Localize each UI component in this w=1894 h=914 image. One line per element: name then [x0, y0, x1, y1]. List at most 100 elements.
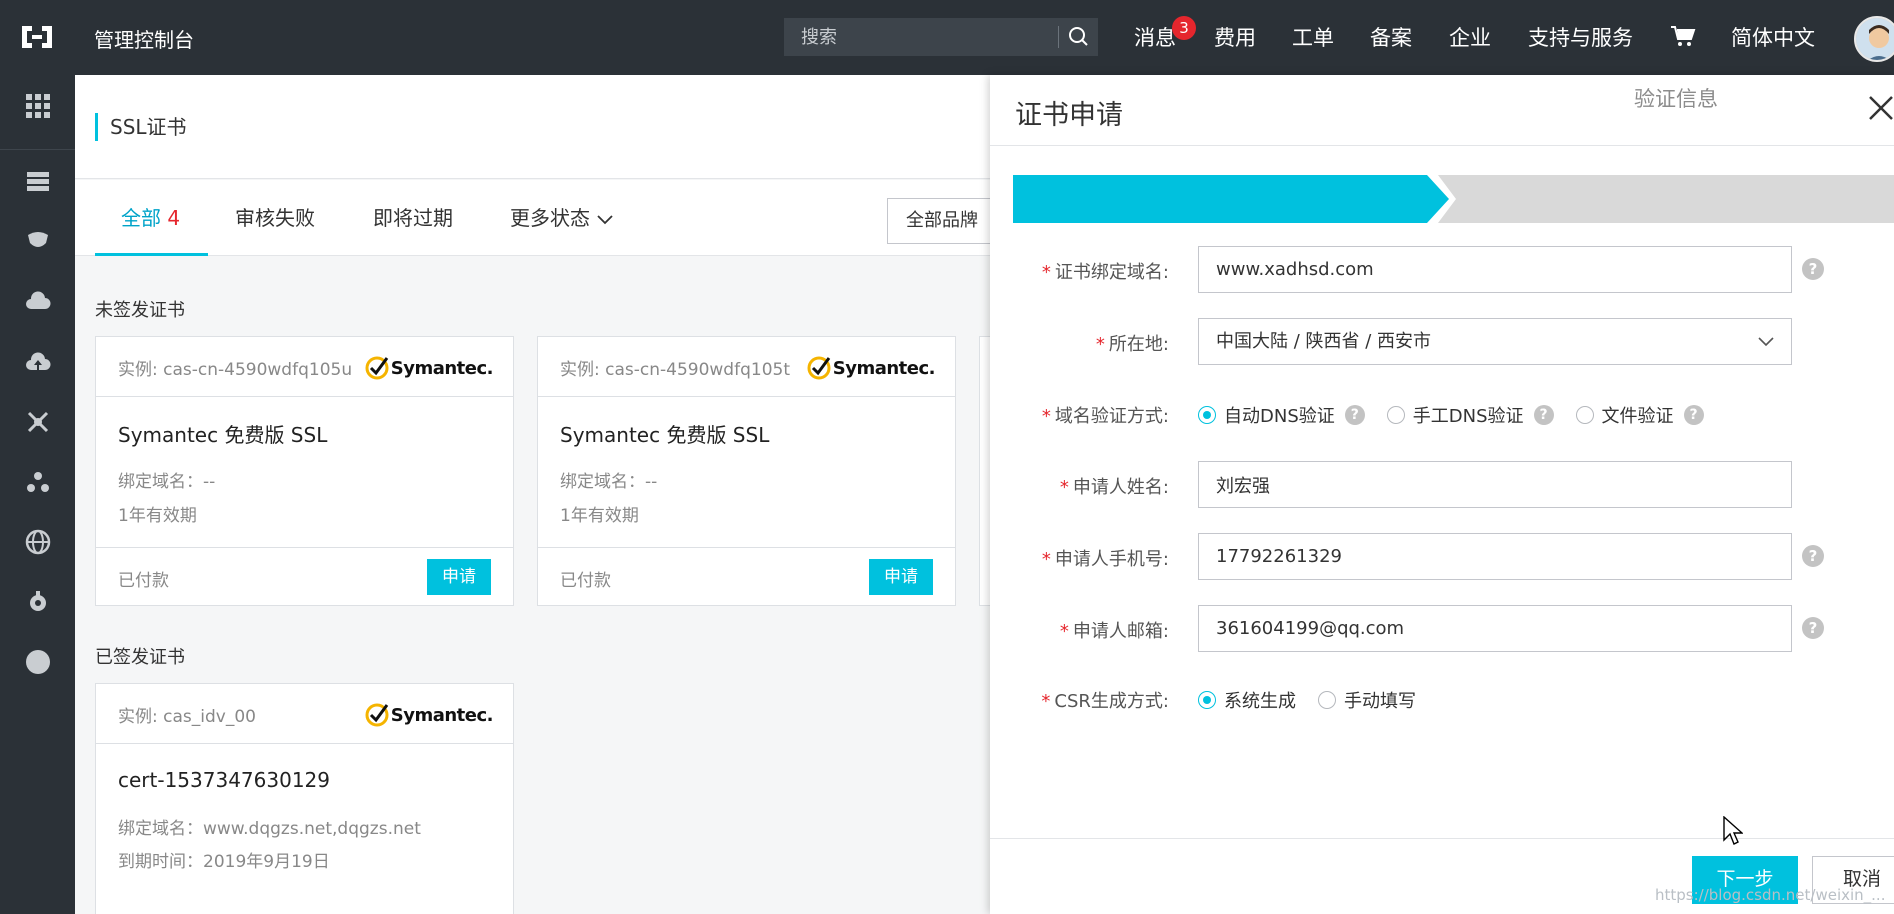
- domain-input[interactable]: [1198, 246, 1792, 293]
- radio-unchecked[interactable]: [1575, 406, 1594, 424]
- step-fill-label: 填写申请: [1181, 87, 1265, 111]
- nav-messages[interactable]: 消息: [1134, 22, 1176, 52]
- chevron-down-icon: [597, 214, 613, 224]
- card-validity: 1年有效期: [560, 506, 639, 526]
- message-count-badge: 3: [1172, 16, 1196, 40]
- csr-method-radio-group: 系统生成 手动填写: [1198, 687, 1438, 713]
- card-bound-domain: 绑定域名：--: [118, 472, 216, 492]
- sidebar-item-globe[interactable]: [0, 511, 75, 571]
- location-value: 中国大陆 / 陕西省 / 西安市: [1216, 331, 1432, 352]
- status-tabs: 全部 4 审核失败 即将过期 更多状态 全部品牌: [75, 180, 1017, 256]
- radio-auto-dns-label: 自动DNS验证: [1224, 406, 1335, 427]
- top-navigation-bar: 管理控制台 消息 3 费用 工单 备案 企业 支持与服务 简体中文: [0, 0, 1894, 75]
- radio-system-generate[interactable]: 系统生成: [1198, 687, 1296, 713]
- domain-label: * 证书绑定域名:: [1042, 258, 1169, 284]
- step-verify-shape: [1438, 175, 1894, 223]
- nav-language[interactable]: 简体中文: [1731, 22, 1815, 52]
- tab-all[interactable]: 全部 4: [95, 180, 208, 256]
- apply-button[interactable]: 申请: [869, 559, 933, 595]
- security-gear-icon: [30, 591, 46, 611]
- unissued-section-title: 未签发证书: [95, 300, 185, 321]
- csr-label-text: CSR生成方式:: [1054, 691, 1169, 712]
- sidebar-item-database[interactable]: [0, 211, 75, 271]
- form-row-applicant-email: * 申请人邮箱:: [990, 605, 1894, 653]
- tab-more-status-label: 更多状态: [510, 206, 590, 230]
- card-validity: 1年有效期: [118, 506, 197, 526]
- applicant-phone-input[interactable]: [1198, 533, 1792, 580]
- sidebar-item-security[interactable]: [0, 571, 75, 631]
- sidebar-item-products[interactable]: [0, 75, 75, 135]
- radio-checked[interactable]: [1198, 406, 1216, 424]
- required-asterisk: *: [1059, 621, 1069, 642]
- symantec-wordmark: Symantec.: [390, 704, 494, 726]
- form-row-csr-method: * CSR生成方式: 系统生成 手动填写: [990, 675, 1894, 723]
- symantec-check-icon: [807, 356, 831, 380]
- applicant-email-input[interactable]: [1198, 605, 1792, 652]
- sidebar-item-cloud-upload[interactable]: [0, 331, 75, 391]
- user-avatar[interactable]: [1854, 16, 1894, 62]
- drawer-footer-divider: [990, 838, 1894, 839]
- symantec-logo: Symantec.: [365, 702, 494, 728]
- location-label-text: 所在地:: [1108, 334, 1169, 355]
- aliyun-logo-icon[interactable]: [18, 22, 56, 52]
- domain-help-icon[interactable]: ?: [1802, 258, 1824, 280]
- certificate-card: 实例: cas-cn-4590wdfq105u Symantec. Symant…: [95, 336, 514, 606]
- nav-enterprise[interactable]: 企业: [1449, 22, 1491, 52]
- radio-unchecked[interactable]: [1318, 691, 1336, 709]
- issued-section-title: 已签发证书: [95, 647, 185, 668]
- radio-system-generate-label: 系统生成: [1224, 691, 1296, 712]
- card-expiry-date: 到期时间：2019年9月19日: [118, 852, 330, 872]
- apply-button[interactable]: 申请: [427, 559, 491, 595]
- symantec-logo: Symantec.: [807, 355, 936, 381]
- search-divider: [1058, 26, 1059, 48]
- applicant-name-input[interactable]: [1198, 461, 1792, 508]
- cluster-icon: [27, 472, 49, 492]
- sidebar-item-cloud[interactable]: [0, 271, 75, 331]
- tab-expiring-soon[interactable]: 即将过期: [373, 180, 453, 256]
- symantec-check-icon: [365, 356, 389, 380]
- radio-unchecked[interactable]: [1386, 406, 1405, 424]
- card-payment-status: 已付款: [118, 571, 169, 591]
- console-title[interactable]: 管理控制台: [94, 24, 194, 53]
- tab-more-status[interactable]: 更多状态: [510, 180, 614, 256]
- radio-manual-fill[interactable]: 手动填写: [1318, 687, 1416, 713]
- auto-dns-help-icon[interactable]: ?: [1344, 405, 1365, 425]
- radio-checked[interactable]: [1198, 691, 1216, 709]
- nav-tickets[interactable]: 工单: [1292, 22, 1334, 52]
- page-title: SSL证书: [95, 113, 187, 141]
- symantec-check-icon: [365, 703, 389, 727]
- card-bound-domain: 绑定域名：--: [560, 472, 658, 492]
- file-verify-help-icon[interactable]: ?: [1683, 405, 1704, 425]
- grid-icon: [26, 94, 50, 118]
- applicant-name-label: * 申请人姓名:: [1060, 473, 1169, 499]
- manual-dns-help-icon[interactable]: ?: [1533, 405, 1554, 425]
- search-icon[interactable]: [1065, 24, 1093, 50]
- form-row-applicant-name: * 申请人姓名:: [990, 461, 1894, 509]
- tab-all-label: 全部: [121, 206, 161, 230]
- card-bound-domain: 绑定域名：www.dqgzs.net,dqgzs.net: [118, 819, 421, 839]
- nav-icp-filing[interactable]: 备案: [1370, 22, 1412, 52]
- phone-help-icon[interactable]: ?: [1802, 545, 1824, 567]
- radio-auto-dns[interactable]: 自动DNS验证 ?: [1198, 402, 1365, 428]
- step-fill-shape: [1013, 175, 1449, 223]
- domain-label-text: 证书绑定域名:: [1054, 262, 1169, 283]
- card-header: 实例: cas_idv_00 Symantec.: [96, 684, 513, 744]
- issued-certificate-card: 实例: cas_idv_00 Symantec. cert-1537347630…: [95, 683, 514, 914]
- cart-icon[interactable]: [1670, 24, 1696, 48]
- sidebar-item-server[interactable]: [0, 151, 75, 211]
- nav-billing[interactable]: 费用: [1214, 22, 1256, 52]
- sidebar-item-more[interactable]: [0, 631, 75, 691]
- sidebar-item-network[interactable]: [0, 391, 75, 451]
- sidebar-item-cluster[interactable]: [0, 451, 75, 511]
- card-product-name: Symantec 免费版 SSL: [560, 423, 770, 447]
- radio-file-verify[interactable]: 文件验证 ?: [1575, 402, 1704, 428]
- search-input[interactable]: [784, 18, 1054, 56]
- applicant-email-label: * 申请人邮箱:: [1060, 617, 1169, 643]
- location-select[interactable]: 中国大陆 / 陕西省 / 西安市: [1198, 318, 1792, 365]
- radio-manual-dns[interactable]: 手工DNS验证 ?: [1386, 402, 1554, 428]
- card-footer: 已付款 申请: [96, 547, 513, 605]
- main-content: SSL证书 全部 4 审核失败 即将过期 更多状态 全部品牌 未签发证书 实例:…: [75, 75, 1017, 914]
- tab-review-failed[interactable]: 审核失败: [235, 180, 315, 256]
- email-help-icon[interactable]: ?: [1802, 617, 1824, 639]
- nav-support[interactable]: 支持与服务: [1528, 22, 1633, 52]
